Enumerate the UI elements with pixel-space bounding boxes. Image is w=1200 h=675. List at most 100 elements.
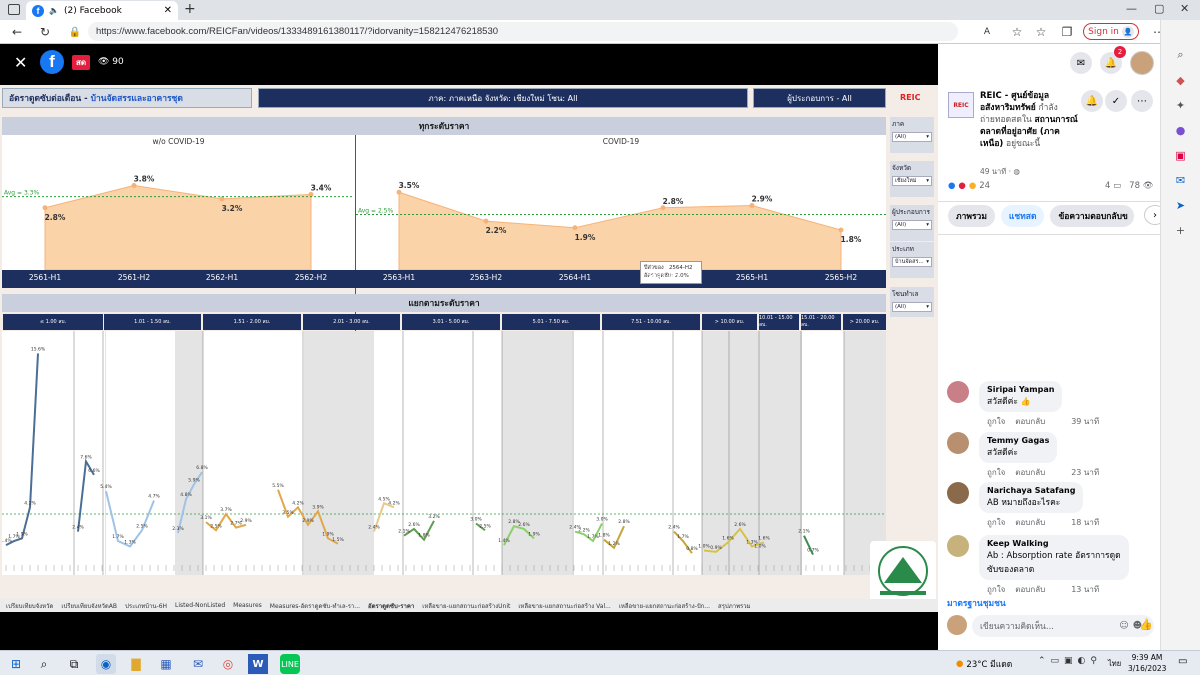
data-point[interactable] <box>131 183 137 189</box>
comment-count[interactable]: 4 ▭ <box>1105 181 1121 191</box>
tray-icons[interactable]: ⌃▭▣◐⚲ <box>1038 656 1102 666</box>
office-icon[interactable]: ▣ <box>1175 149 1185 162</box>
account-avatar[interactable] <box>1130 51 1154 75</box>
save-icon[interactable]: ✓ <box>1105 90 1127 112</box>
games-icon[interactable]: ● <box>1176 124 1186 137</box>
commenter-name[interactable]: Keep Walking <box>987 539 1121 548</box>
mail-icon[interactable]: ✉ <box>188 654 208 674</box>
language-indicator[interactable]: ไทย <box>1108 658 1121 670</box>
search-icon[interactable]: ⌕ <box>34 654 54 674</box>
price-band-header[interactable]: 15.01 - 20.00 ลบ. <box>801 314 841 330</box>
word-icon[interactable]: W <box>248 654 268 674</box>
more-options-icon[interactable]: ⋯ <box>1131 90 1153 112</box>
sheet-tab[interactable]: อัตราดูดซับ-ราคา <box>368 601 414 611</box>
price-band-header[interactable]: ≤ 1.00 ลบ. <box>3 314 103 330</box>
commenter-avatar[interactable] <box>947 535 969 557</box>
data-point[interactable] <box>42 205 48 211</box>
filter-select[interactable]: (All) ▾ <box>892 302 932 312</box>
close-video-icon[interactable]: ✕ <box>14 53 27 72</box>
commenter-avatar[interactable] <box>947 432 969 454</box>
like-icon[interactable]: 👍 <box>1139 618 1153 631</box>
comment-time[interactable]: 23 นาที <box>1071 466 1099 479</box>
side-tab[interactable]: ภาพรวม <box>948 205 995 227</box>
filter-select[interactable]: (All) ▾ <box>892 132 932 142</box>
comment-like-button[interactable]: ถูกใจ <box>987 466 1005 479</box>
file-explorer-icon[interactable]: ▇ <box>126 654 146 674</box>
price-band-header[interactable]: 7.51 - 10.00 ลบ. <box>602 314 700 330</box>
price-band-header[interactable]: 1.01 - 1.50 ลบ. <box>104 314 201 330</box>
sheet-tab[interactable]: สรุปภาพรวม <box>718 601 751 611</box>
sheet-tab[interactable]: เปรียบเทียบจังหวัดAB <box>61 601 117 611</box>
shopping-icon[interactable]: ◆ <box>1176 74 1184 87</box>
price-band-header[interactable]: 3.01 - 5.00 ลบ. <box>402 314 500 330</box>
back-icon[interactable]: ← <box>8 23 26 41</box>
windows-start-icon[interactable]: ⊞ <box>6 654 26 674</box>
clock[interactable]: 9:39 AM 3/16/2023 <box>1128 652 1166 674</box>
send-icon[interactable]: ➤ <box>1176 199 1185 212</box>
sheet-tab[interactable]: Listed-NonListed <box>175 602 225 609</box>
reload-icon[interactable]: ↻ <box>36 23 54 41</box>
reactions[interactable]: ● ● ● 24 <box>948 181 990 191</box>
data-point[interactable] <box>572 225 578 231</box>
comment-like-button[interactable]: ถูกใจ <box>987 415 1005 428</box>
price-band-header[interactable]: > 10.00 ลบ. <box>702 314 757 330</box>
filter-select[interactable]: บ้านจัดสร... ▾ <box>892 257 932 267</box>
price-band-header[interactable]: 10.01 - 15.00 ลบ. <box>759 314 799 330</box>
minimize-icon[interactable]: — <box>1126 2 1137 15</box>
commenter-avatar[interactable] <box>947 482 969 504</box>
search-icon[interactable]: ⌕ <box>1177 48 1183 62</box>
sheet-tab[interactable]: Measures <box>233 602 262 609</box>
price-band-header[interactable]: 1.51 - 2.00 ลบ. <box>203 314 301 330</box>
comment-reply-button[interactable]: ตอบกลับ <box>1015 466 1045 479</box>
filter-select[interactable]: (All) ▾ <box>892 220 932 230</box>
edge-icon[interactable]: ◉ <box>96 654 116 674</box>
tools-icon[interactable]: ✦ <box>1176 99 1185 112</box>
comment-reply-button[interactable]: ตอบกลับ <box>1015 415 1045 428</box>
favorites-icon[interactable]: ☆ <box>1032 23 1050 41</box>
maximize-icon[interactable]: ▢ <box>1154 2 1164 15</box>
comment-like-button[interactable]: ถูกใจ <box>987 516 1005 529</box>
filter-select[interactable]: เชียงใหม่ ▾ <box>892 176 932 186</box>
side-tab[interactable]: แชทสด <box>1000 205 1045 227</box>
speaker-icon[interactable]: 🔈 <box>49 6 59 15</box>
close-window-icon[interactable]: ✕ <box>1180 2 1189 15</box>
data-point[interactable] <box>660 205 666 211</box>
read-aloud-icon[interactable]: A <box>978 23 996 41</box>
sheet-tab[interactable]: เหลือขาย-แยกสถานะก่อสร้างUnit <box>422 601 510 611</box>
price-band-header[interactable]: 5.01 - 7.50 ลบ. <box>502 314 600 330</box>
comment-input[interactable]: เขียนความคิดเห็น... ☺☻ <box>972 615 1154 637</box>
comment-time[interactable]: 39 นาที <box>1071 415 1099 428</box>
lock-icon[interactable]: 🔒 <box>66 23 84 41</box>
commenter-name[interactable]: Siripai Yampan <box>987 385 1054 394</box>
sheet-tab[interactable]: เปรียบเทียบจังหวัด <box>6 601 53 611</box>
comment-time[interactable]: 18 นาที <box>1071 516 1099 529</box>
favorite-star-icon[interactable]: ☆ <box>1008 23 1026 41</box>
commenter-name[interactable]: Temmy Gagas <box>987 436 1049 445</box>
close-tab-icon[interactable]: ✕ <box>164 5 172 16</box>
sheet-tab[interactable]: ประเภทบ้าน-6H <box>125 601 167 611</box>
messenger-icon[interactable]: ✉ <box>1070 52 1092 74</box>
comment-like-button[interactable]: ถูกใจ <box>987 583 1005 596</box>
commenter-name[interactable]: Narichaya Satafang <box>987 486 1075 495</box>
tab-actions-icon[interactable] <box>8 4 20 15</box>
sheet-tab[interactable]: เหลือขาย-แยกสถานะก่อสร้าง-ปัก... <box>619 601 710 611</box>
comment-reply-button[interactable]: ตอบกลับ <box>1015 516 1045 529</box>
sheet-tab[interactable]: Measures-อัตราดูดซับ-ทำเล-รา... <box>270 601 360 611</box>
price-band-header[interactable]: 2.01 - 3.00 ลบ. <box>303 314 400 330</box>
comment-reply-button[interactable]: ตอบกลับ <box>1015 583 1045 596</box>
data-point[interactable] <box>483 218 489 224</box>
data-point[interactable] <box>838 227 844 233</box>
data-point[interactable] <box>396 189 402 195</box>
outlook-icon[interactable]: ✉ <box>1176 174 1185 187</box>
data-point[interactable] <box>749 203 755 209</box>
commenter-avatar[interactable] <box>947 381 969 403</box>
follow-bell-icon[interactable]: 🔔 <box>1081 90 1103 112</box>
notification-center-icon[interactable]: ▭ <box>1178 656 1187 667</box>
new-tab-icon[interactable]: + <box>184 1 196 17</box>
side-tab[interactable]: ข้อความตอบกลับข <box>1050 205 1135 227</box>
price-band-header[interactable]: > 20.00 ลบ. <box>843 314 886 330</box>
community-standards-link[interactable]: มาตรฐานชุมชน <box>947 596 1006 610</box>
weather[interactable]: ● 23°C มีแดด <box>956 657 1012 671</box>
comment-time[interactable]: 13 นาที <box>1071 583 1099 596</box>
task-view-icon[interactable]: ⧉ <box>64 654 84 674</box>
